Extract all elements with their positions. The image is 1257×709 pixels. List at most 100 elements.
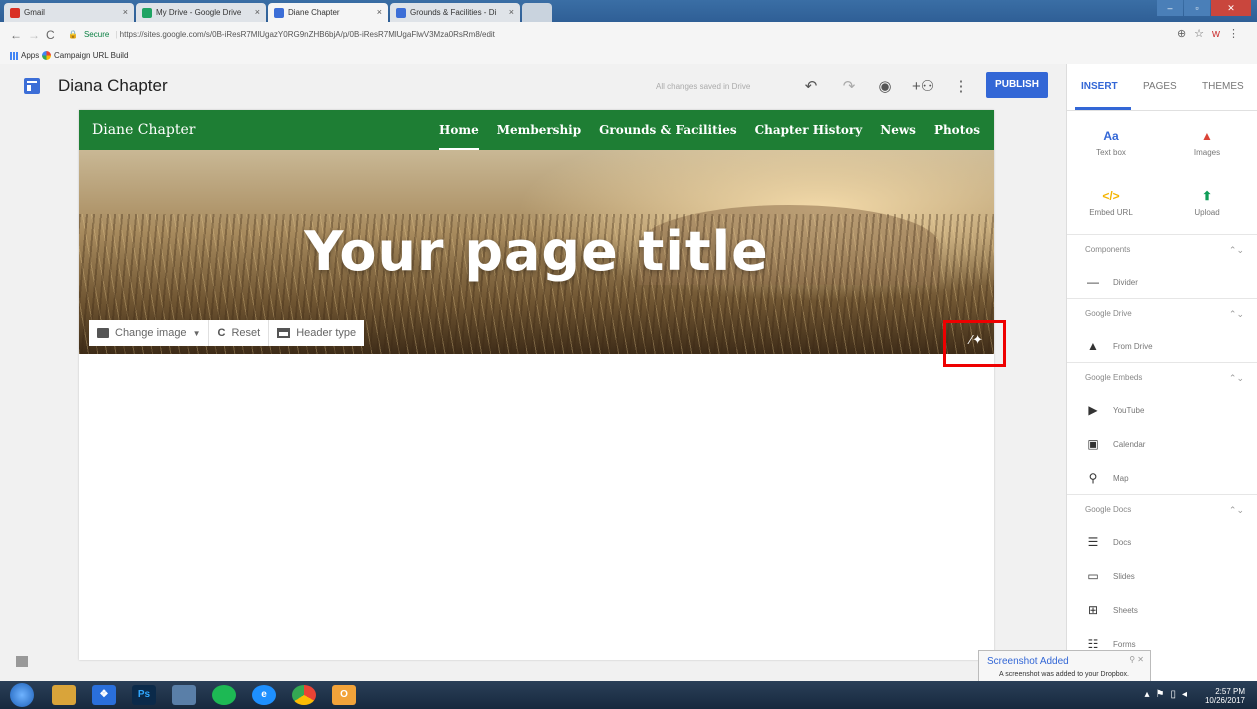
- zoom-icon[interactable]: ⊕: [1177, 28, 1194, 40]
- section-header[interactable]: Google Docs ⌃⌄: [1067, 495, 1257, 525]
- section-header[interactable]: Google Drive ⌃⌄: [1067, 299, 1257, 329]
- page-title[interactable]: Your page title: [79, 220, 994, 283]
- feedback-icon[interactable]: [16, 656, 28, 667]
- tab-pages[interactable]: PAGES: [1143, 81, 1177, 92]
- save-status: All changes saved in Drive: [656, 82, 751, 91]
- back-icon[interactable]: ←: [10, 28, 22, 42]
- address-bar-actions: ⊕☆w⋮: [1177, 27, 1247, 40]
- tab-label: Gmail: [24, 8, 45, 17]
- insert-divider[interactable]: — Divider: [1067, 265, 1257, 299]
- collapse-chevron-icon[interactable]: ⌃⌄: [1229, 235, 1244, 265]
- extension-icon[interactable]: w: [1212, 28, 1228, 40]
- windows-explorer-icon[interactable]: [52, 685, 76, 705]
- browser-tab-strip: Gmail × My Drive - Google Drive × Diane …: [0, 0, 1257, 22]
- site-title[interactable]: Diana Chapter: [58, 76, 168, 96]
- drive-icon: [142, 7, 152, 18]
- change-image-button[interactable]: Change image ▼: [89, 320, 210, 346]
- publish-button[interactable]: PUBLISH: [986, 72, 1048, 98]
- tab-grounds-facilities[interactable]: Grounds & Facilities - Di ×: [390, 3, 520, 22]
- divider-icon: —: [1087, 275, 1099, 289]
- file-icon[interactable]: [172, 685, 196, 705]
- insert-youtube[interactable]: ▶ YouTube: [1067, 393, 1257, 427]
- tab-themes[interactable]: THEMES: [1202, 81, 1244, 92]
- reload-icon[interactable]: C: [46, 28, 55, 42]
- tab-gmail[interactable]: Gmail ×: [4, 3, 134, 22]
- internet-explorer-icon[interactable]: e: [252, 685, 276, 705]
- annotation-highlight-box: [943, 320, 1006, 367]
- bookmark-campaign-url-builder[interactable]: Campaign URL Build: [42, 51, 128, 60]
- close-icon[interactable]: ×: [255, 7, 260, 17]
- system-clock[interactable]: 2:57 PM 10/26/2017: [1205, 687, 1245, 705]
- windows-taskbar: ❖ Ps e O ▴⚑▯◂ 2:57 PM 10/26/2017: [0, 681, 1257, 709]
- tile-label: Upload: [1194, 208, 1220, 217]
- header-banner-image[interactable]: Your page title Change image ▼ C Reset H…: [79, 150, 994, 354]
- chrome-icon[interactable]: [292, 685, 316, 705]
- insert-from-drive[interactable]: ▲ From Drive: [1067, 329, 1257, 363]
- nav-chapter-history[interactable]: Chapter History: [755, 123, 863, 137]
- upload-tile[interactable]: ⬆ Upload: [1167, 188, 1247, 217]
- insert-map[interactable]: ⚲ Map: [1067, 461, 1257, 495]
- redo-icon[interactable]: ↷: [838, 76, 860, 98]
- tab-insert[interactable]: INSERT: [1081, 81, 1118, 92]
- close-icon[interactable]: ×: [123, 7, 128, 17]
- menu-icon[interactable]: ⋮: [1228, 28, 1247, 40]
- close-window-icon[interactable]: ✕: [1211, 0, 1251, 16]
- embed-url-tile[interactable]: </> Embed URL: [1071, 188, 1151, 217]
- dropbox-icon[interactable]: ❖: [92, 685, 116, 705]
- drive-icon: ▲: [1087, 339, 1099, 353]
- collapse-chevron-icon[interactable]: ⌃⌄: [1229, 363, 1244, 393]
- header-type-button[interactable]: Header type: [269, 320, 364, 346]
- maximize-icon[interactable]: ▫: [1184, 0, 1210, 16]
- more-vert-icon[interactable]: ⋮: [950, 76, 972, 98]
- spotify-icon[interactable]: [212, 685, 236, 705]
- url-text: https://sites.google.com/s/0B-iResR7MlUg…: [119, 30, 495, 39]
- sheets-icon: ⊞: [1087, 603, 1099, 617]
- insert-docs[interactable]: ☰ Docs: [1067, 525, 1257, 559]
- notification-title: Screenshot Added: [987, 656, 1069, 667]
- google-sites-logo-icon[interactable]: [24, 78, 40, 94]
- close-icon[interactable]: ×: [377, 7, 382, 17]
- insert-slides[interactable]: ▭ Slides: [1067, 559, 1257, 593]
- system-tray-icons[interactable]: ▴⚑▯◂: [1144, 689, 1193, 700]
- photoshop-icon[interactable]: Ps: [132, 685, 156, 705]
- text-box-icon: Aa: [1103, 129, 1119, 143]
- url-field[interactable]: 🔒 Secure | https://sites.google.com/s/0B-i…: [68, 27, 1188, 43]
- gmail-icon: [10, 7, 20, 18]
- forward-icon[interactable]: →: [28, 28, 40, 42]
- insert-sheets[interactable]: ⊞ Sheets: [1067, 593, 1257, 627]
- insert-calendar[interactable]: ▣ Calendar: [1067, 427, 1257, 461]
- collapse-chevron-icon[interactable]: ⌃⌄: [1229, 495, 1244, 525]
- windows-start-icon[interactable]: [10, 683, 34, 707]
- tab-diane-chapter[interactable]: Diane Chapter ×: [268, 3, 388, 22]
- nav-membership[interactable]: Membership: [497, 123, 581, 137]
- site-name[interactable]: Diane Chapter: [92, 122, 195, 138]
- item-label: Docs: [1113, 537, 1132, 547]
- change-image-label: Change image: [115, 327, 187, 339]
- nav-grounds-facilities[interactable]: Grounds & Facilities: [599, 123, 736, 137]
- new-tab-button[interactable]: [522, 3, 552, 22]
- star-icon[interactable]: ☆: [1194, 28, 1212, 40]
- collapse-chevron-icon[interactable]: ⌃⌄: [1229, 299, 1244, 329]
- close-icon[interactable]: ×: [509, 7, 514, 17]
- item-label: Forms: [1113, 639, 1136, 649]
- nav-news[interactable]: News: [880, 123, 916, 137]
- reset-button[interactable]: C Reset: [209, 320, 270, 346]
- nav-photos[interactable]: Photos: [934, 123, 980, 137]
- undo-icon[interactable]: ↶: [800, 76, 822, 98]
- bookmark-apps[interactable]: Apps: [10, 51, 39, 60]
- share-add-person-icon[interactable]: +⚇: [912, 76, 934, 98]
- nav-home[interactable]: Home: [439, 123, 479, 151]
- section-header[interactable]: Google Embeds ⌃⌄: [1067, 363, 1257, 393]
- section-header[interactable]: Components ⌃⌄: [1067, 235, 1257, 265]
- preview-eye-icon[interactable]: ◉: [874, 76, 896, 98]
- close-icon[interactable]: ⚲ ✕: [1129, 655, 1144, 664]
- outlook-icon[interactable]: O: [332, 685, 356, 705]
- slides-icon: ▭: [1087, 569, 1099, 583]
- minimize-icon[interactable]: –: [1157, 0, 1183, 16]
- dropbox-notification[interactable]: Screenshot Added ⚲ ✕ A screenshot was ad…: [978, 650, 1151, 685]
- text-box-tile[interactable]: Aa Text box: [1071, 128, 1151, 157]
- tab-my-drive[interactable]: My Drive - Google Drive ×: [136, 3, 266, 22]
- bookmark-label: Apps: [21, 51, 40, 60]
- section-google-embeds: Google Embeds ⌃⌄ ▶ YouTube ▣ Calendar ⚲ Map: [1067, 362, 1257, 495]
- images-tile[interactable]: ▲ Images: [1167, 128, 1247, 157]
